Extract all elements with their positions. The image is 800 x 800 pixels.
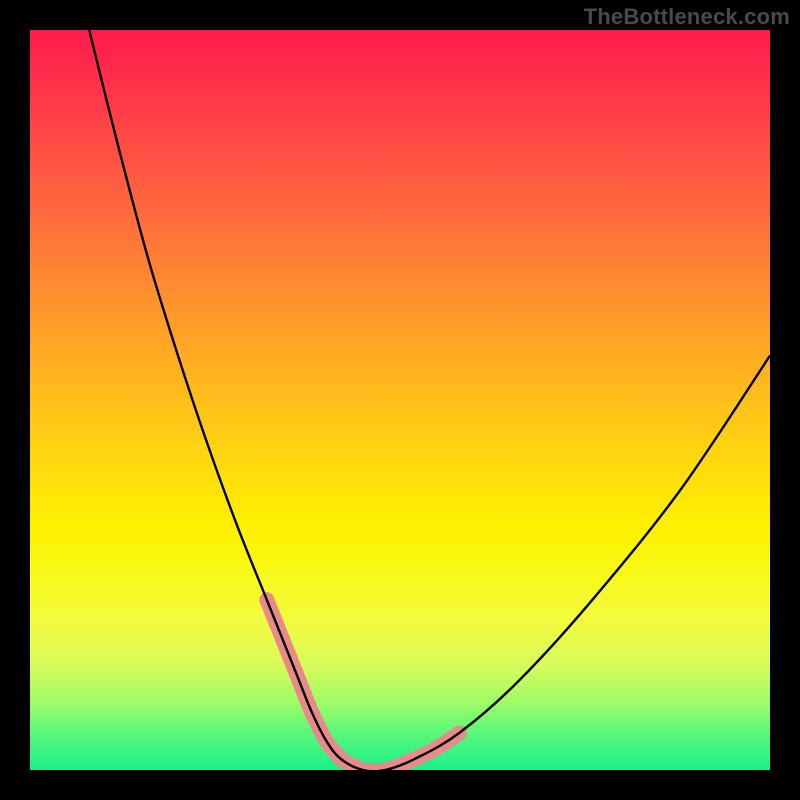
bottleneck-curve (89, 30, 770, 770)
highlight-segments (267, 600, 459, 770)
left-highlight (267, 600, 341, 759)
plot-area (30, 30, 770, 770)
curve-layer (30, 30, 770, 770)
watermark-text: TheBottleneck.com (584, 4, 790, 30)
chart-frame: TheBottleneck.com (0, 0, 800, 800)
